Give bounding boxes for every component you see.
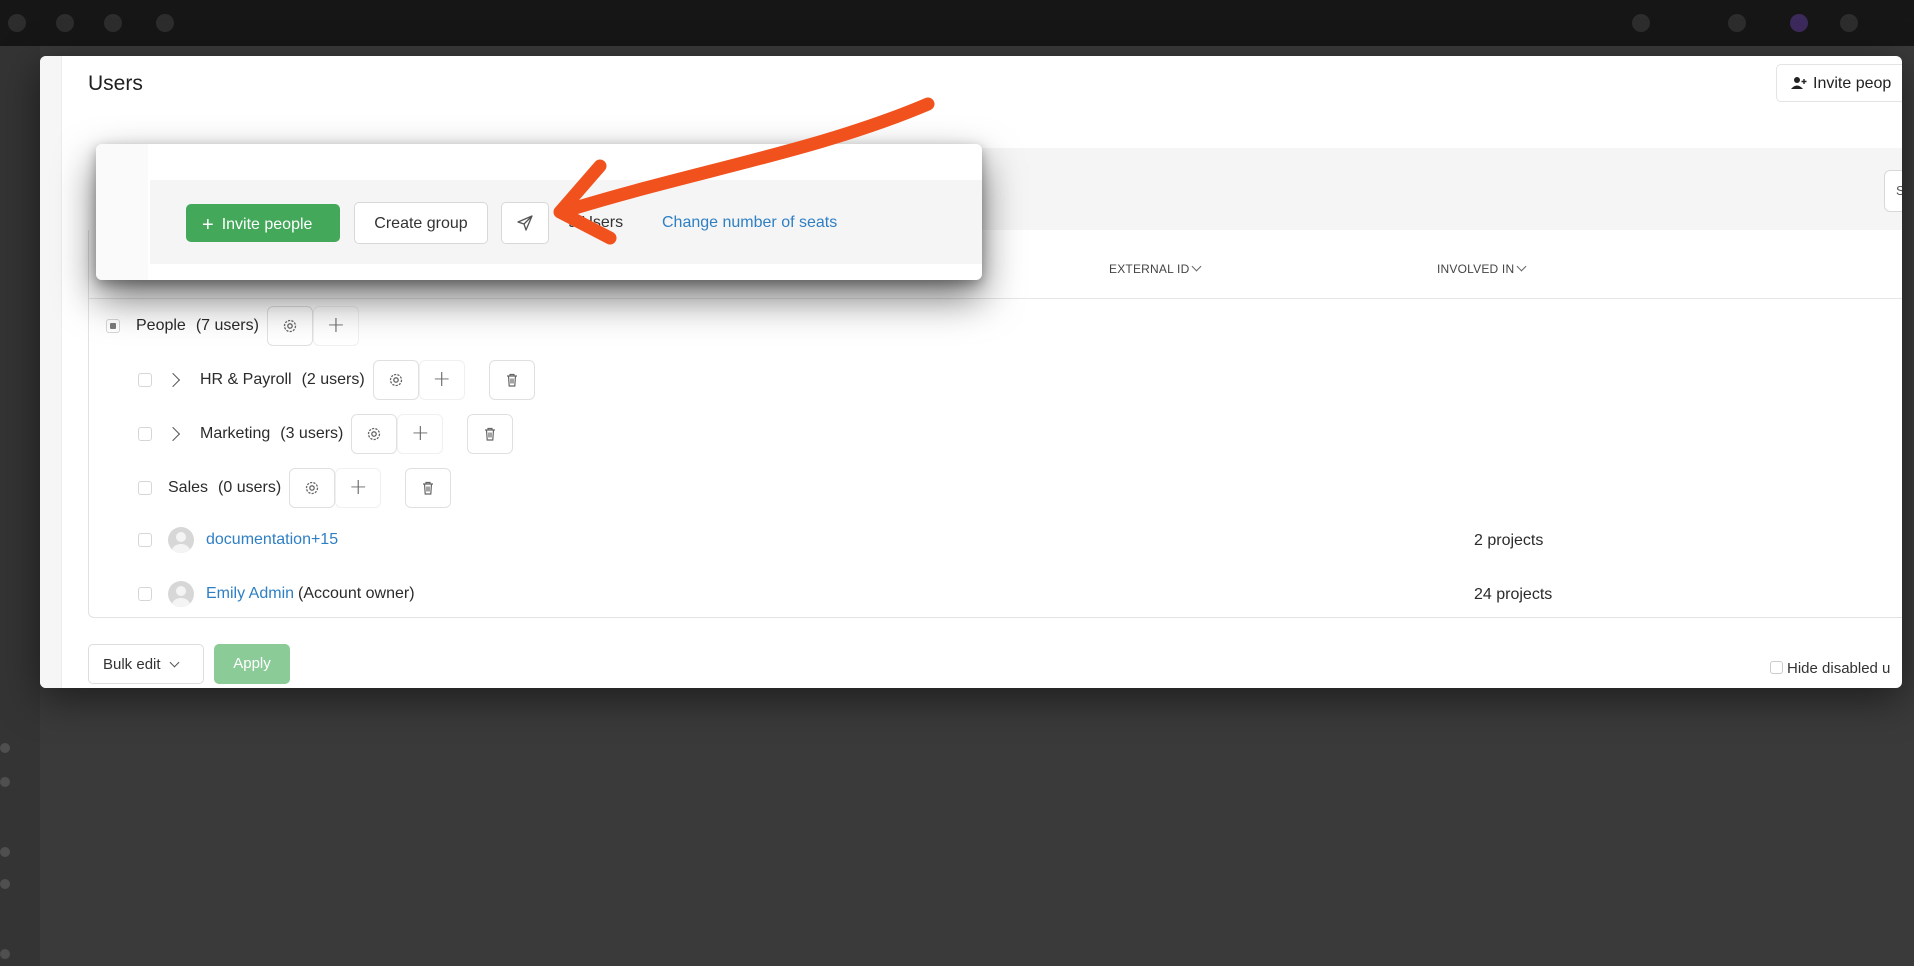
group-count: (3 users) xyxy=(280,425,344,442)
send-invite-button[interactable] xyxy=(501,202,549,244)
background-sidebar-item xyxy=(0,774,59,789)
plus-icon: + xyxy=(326,313,346,338)
trash-icon xyxy=(506,373,517,387)
user-checkbox[interactable] xyxy=(138,587,152,601)
background-sidebar-item xyxy=(0,876,59,891)
column-header-involved-in[interactable]: INVOLVED IN xyxy=(1437,261,1527,276)
group-delete-button[interactable] xyxy=(467,414,514,454)
plus-icon: + xyxy=(411,421,430,446)
group-name: Sales xyxy=(168,479,209,496)
callout-left-area xyxy=(96,144,148,280)
group-settings-button[interactable] xyxy=(289,468,336,508)
plus-icon: + xyxy=(202,214,214,236)
background-refresh-icon xyxy=(104,14,122,32)
background-menu-icon xyxy=(1840,14,1858,32)
table-row: Emily Admin (Account owner) xyxy=(138,574,415,614)
background-sidebar xyxy=(0,46,40,966)
group-checkbox-sales[interactable] xyxy=(138,481,152,495)
gear-icon xyxy=(368,427,381,441)
group-name: Marketing xyxy=(200,425,271,442)
modal-left-rail xyxy=(40,56,62,688)
group-row-people: People (7 users) + xyxy=(106,306,359,346)
background-tab-icon xyxy=(156,14,174,32)
avatar xyxy=(168,581,194,607)
group-settings-button[interactable] xyxy=(266,306,313,346)
group-add-button[interactable]: + xyxy=(312,306,359,346)
background-search-icon xyxy=(1632,14,1650,32)
chevron-down-icon xyxy=(1516,261,1527,272)
chevron-down-icon xyxy=(1192,261,1202,272)
invite-people-top-button[interactable]: Invite peop xyxy=(1776,64,1902,102)
table-row: documentation+15 xyxy=(138,520,338,560)
user-name-link[interactable]: documentation+15 xyxy=(206,531,338,549)
background-star-icon xyxy=(1728,14,1746,32)
background-forward-icon xyxy=(56,14,74,32)
trash-icon xyxy=(485,427,496,441)
user-checkbox[interactable] xyxy=(138,533,152,547)
gear-icon xyxy=(283,319,297,333)
group-row-marketing: Marketing (3 users) + xyxy=(138,414,514,454)
user-note: (Account owner) xyxy=(298,585,415,602)
chevron-right-icon[interactable] xyxy=(165,372,181,388)
paper-plane-icon xyxy=(517,215,533,231)
trash-icon xyxy=(423,481,434,495)
column-header-involved-in-label: INVOLVED IN xyxy=(1437,262,1515,276)
users-count: 9 Users xyxy=(568,214,624,231)
hide-disabled-checkbox[interactable] xyxy=(1770,661,1783,674)
group-checkbox-people[interactable] xyxy=(106,319,120,333)
user-name-link[interactable]: Emily Admin xyxy=(206,585,294,603)
column-header-external-id[interactable]: EXTERNAL ID xyxy=(1109,261,1202,276)
group-count: (2 users) xyxy=(301,371,365,388)
hide-disabled-toggle[interactable]: Hide disabled u xyxy=(1770,660,1890,677)
avatar xyxy=(168,527,194,553)
group-checkbox-marketing[interactable] xyxy=(138,427,152,441)
page-title: Users xyxy=(88,72,143,95)
group-count: (7 users) xyxy=(195,317,259,334)
background-sidebar-item xyxy=(0,946,43,961)
background-sidebar-item xyxy=(0,844,59,859)
create-group-button[interactable]: Create group xyxy=(354,202,488,244)
group-settings-button[interactable] xyxy=(372,360,419,400)
invite-people-top-label: Invite peop xyxy=(1813,75,1892,92)
group-delete-button[interactable] xyxy=(488,360,535,400)
group-row-hr-payroll: HR & Payroll (2 users) + xyxy=(138,360,535,400)
involved-in-value: 24 projects xyxy=(1474,586,1553,603)
bulk-edit-select[interactable]: Bulk edit xyxy=(88,644,204,684)
hide-disabled-label: Hide disabled u xyxy=(1787,660,1891,677)
background-sidebar-item xyxy=(0,740,59,755)
plus-icon: + xyxy=(432,367,451,392)
plus-icon: + xyxy=(348,475,368,500)
group-settings-button[interactable] xyxy=(351,414,398,454)
chevron-right-icon[interactable] xyxy=(165,426,181,442)
background-avatar xyxy=(1790,14,1808,32)
group-add-button[interactable]: + xyxy=(397,414,444,454)
chevron-down-icon xyxy=(169,657,179,668)
column-header-external-id-label: EXTERNAL ID xyxy=(1109,262,1190,276)
group-delete-button[interactable] xyxy=(405,468,452,508)
background-back-icon xyxy=(8,14,26,32)
zoom-callout: + Invite people Create group 9 Users Chan… xyxy=(96,144,982,280)
invite-people-label: Invite people xyxy=(221,216,313,233)
change-seats-link[interactable]: Change number of seats xyxy=(662,214,837,232)
gear-icon xyxy=(306,481,319,495)
group-row-sales: Sales (0 users) + xyxy=(138,468,452,508)
add-user-icon xyxy=(1791,77,1807,89)
header-divider xyxy=(88,298,1902,299)
group-name: HR & Payroll xyxy=(200,371,292,388)
group-count: (0 users) xyxy=(218,479,282,496)
gear-icon xyxy=(389,373,402,387)
background-top-bar xyxy=(0,0,1914,46)
group-add-button[interactable]: + xyxy=(335,468,382,508)
involved-in-value: 2 projects xyxy=(1474,532,1544,549)
group-add-button[interactable]: + xyxy=(418,360,465,400)
right-edge-button[interactable]: S xyxy=(1884,170,1902,212)
bulk-edit-label: Bulk edit xyxy=(103,656,161,673)
invite-people-button[interactable]: + Invite people xyxy=(186,204,340,242)
group-checkbox-hr-payroll[interactable] xyxy=(138,373,152,387)
apply-button[interactable]: Apply xyxy=(214,644,290,684)
group-name: People xyxy=(136,317,186,334)
